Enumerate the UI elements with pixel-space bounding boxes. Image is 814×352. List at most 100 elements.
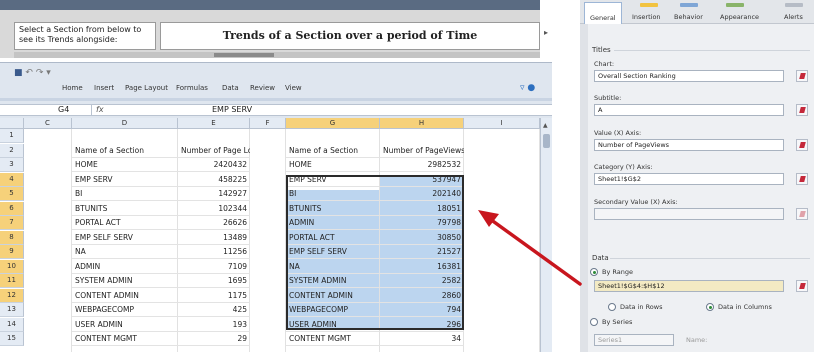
subtitle-field[interactable]: A (594, 104, 784, 116)
tab-home[interactable]: Home (62, 84, 83, 92)
table-cell[interactable]: 458225 (178, 173, 250, 187)
table-cell[interactable]: BI (72, 187, 178, 201)
row-header[interactable]: 6 (0, 201, 24, 216)
cell-picker-icon[interactable] (796, 280, 808, 292)
table-cell[interactable]: WEBPAGECOMP (72, 303, 178, 317)
table-cell[interactable]: NA (72, 245, 178, 259)
row-header[interactable]: 7 (0, 216, 24, 230)
row-header[interactable]: 14 (0, 317, 24, 332)
column-header[interactable]: D (72, 118, 178, 129)
tab-general[interactable]: General (584, 2, 622, 24)
tab-formulas[interactable]: Formulas (176, 84, 208, 92)
secondary-axis-field[interactable] (594, 208, 784, 220)
column-header[interactable]: I (464, 118, 540, 129)
table-cell[interactable]: EMP SELF SERV (72, 231, 178, 245)
sheet-vertical-scrollbar[interactable]: ▲ (540, 118, 552, 352)
table-cell[interactable]: 13489 (178, 231, 250, 245)
table-header-cell[interactable]: Name of a Section (72, 144, 178, 158)
row-header[interactable]: 8 (0, 230, 24, 245)
scrollbar-thumb[interactable] (214, 53, 274, 57)
category-axis-field[interactable]: Sheet1!$G$2 (594, 173, 784, 185)
table-cell[interactable]: 193 (178, 318, 250, 332)
column-header[interactable]: H (380, 118, 464, 129)
tab-alerts[interactable]: Alerts (784, 13, 803, 21)
tab-appearance[interactable]: Appearance (720, 13, 759, 21)
table-cell[interactable]: ADMIN (72, 260, 178, 274)
table-cell[interactable]: CONTENT MGMT (72, 332, 178, 346)
table-cell[interactable]: 2420432 (178, 158, 250, 172)
column-header[interactable]: F (250, 118, 286, 129)
row-header[interactable]: 4 (0, 172, 24, 187)
table-cell[interactable]: 425 (178, 303, 250, 317)
table-header-cell[interactable]: Number of PageViews (380, 144, 464, 158)
save-icon[interactable]: ■ (14, 68, 23, 78)
table-header-cell[interactable]: Name of a Section (286, 144, 380, 158)
tab-behavior[interactable]: Behavior (674, 13, 703, 21)
help-icon[interactable]: ▿ ● (520, 83, 535, 93)
select-all-corner[interactable] (0, 118, 24, 129)
column-header[interactable]: E (178, 118, 250, 129)
row-header[interactable]: 1 (0, 129, 24, 143)
row-header[interactable]: 3 (0, 158, 24, 172)
by-range-radio[interactable] (590, 268, 598, 276)
table-cell[interactable]: 7109 (178, 260, 250, 274)
scrollbar-thumb[interactable] (543, 134, 550, 148)
data-in-columns-radio[interactable] (706, 303, 714, 311)
panel-scrollbar[interactable] (580, 24, 588, 352)
data-in-rows-radio[interactable] (608, 303, 616, 311)
table-cell[interactable]: HOME (286, 158, 380, 172)
table-cell[interactable]: 29 (178, 332, 250, 346)
table-cell[interactable]: PORTAL ACT (72, 216, 178, 230)
tab-insertion[interactable]: Insertion (632, 13, 661, 21)
redo-icon[interactable]: ↷ (36, 68, 44, 78)
row-header[interactable]: 12 (0, 288, 24, 303)
table-cell[interactable]: BTUNITS (72, 202, 178, 216)
row-header[interactable]: 5 (0, 187, 24, 201)
value-axis-field[interactable]: Number of PageViews (594, 139, 784, 151)
table-cell[interactable]: 102344 (178, 202, 250, 216)
tab-page-layout[interactable]: Page Layout (125, 84, 168, 92)
column-header[interactable]: G (286, 118, 380, 129)
row-header[interactable]: 10 (0, 259, 24, 274)
fx-icon[interactable]: fx (96, 104, 104, 115)
table-cell[interactable]: 34 (380, 332, 464, 346)
table-cell[interactable]: 2982532 (380, 158, 464, 172)
tab-review[interactable]: Review (250, 84, 275, 92)
formula-input[interactable]: EMP SERV (212, 104, 252, 115)
quick-access-toolbar[interactable]: ■ ↶ ↷ ▾ (14, 68, 51, 78)
table-cell[interactable]: EMP SERV (72, 173, 178, 187)
table-cell[interactable]: 26626 (178, 216, 250, 230)
cell-picker-icon[interactable] (796, 104, 808, 116)
dashboard-horizontal-scrollbar[interactable] (14, 52, 540, 58)
scroll-right-icon[interactable]: ▸ (544, 28, 548, 37)
cell-picker-icon[interactable] (796, 139, 808, 151)
table-header-cell[interactable]: Number of Page Login (178, 144, 250, 158)
table-cell[interactable]: SYSTEM ADMIN (72, 274, 178, 288)
table-cell[interactable]: 142927 (178, 187, 250, 201)
column-header[interactable]: C (24, 118, 72, 129)
table-cell[interactable]: CONTENT ADMIN (72, 289, 178, 303)
row-header[interactable]: 11 (0, 274, 24, 288)
name-box[interactable]: G4 (18, 104, 92, 116)
table-cell[interactable]: HOME (72, 158, 178, 172)
chart-title-field[interactable]: Overall Section Ranking (594, 70, 784, 82)
data-range-field[interactable]: Sheet1!$G$4:$H$12 (594, 280, 784, 292)
row-header[interactable]: 15 (0, 332, 24, 346)
scroll-up-icon[interactable]: ▲ (543, 122, 548, 129)
tab-insert[interactable]: Insert (94, 84, 114, 92)
table-cell[interactable]: CONTENT MGMT (286, 332, 380, 346)
row-header[interactable]: 2 (0, 143, 24, 158)
tab-data[interactable]: Data (222, 84, 239, 92)
table-cell[interactable]: 1695 (178, 274, 250, 288)
by-series-radio[interactable] (590, 318, 598, 326)
tab-view[interactable]: View (285, 84, 302, 92)
section-selector[interactable]: Select a Section from below to see its T… (14, 22, 156, 50)
cell-picker-icon[interactable] (796, 173, 808, 185)
table-cell[interactable]: 11256 (178, 245, 250, 259)
customize-toolbar-icon[interactable]: ▾ (46, 68, 51, 78)
table-cell[interactable]: USER ADMIN (72, 318, 178, 332)
undo-icon[interactable]: ↶ (25, 68, 33, 78)
table-cell[interactable]: 1175 (178, 289, 250, 303)
row-header[interactable]: 13 (0, 303, 24, 317)
row-header[interactable]: 9 (0, 245, 24, 259)
